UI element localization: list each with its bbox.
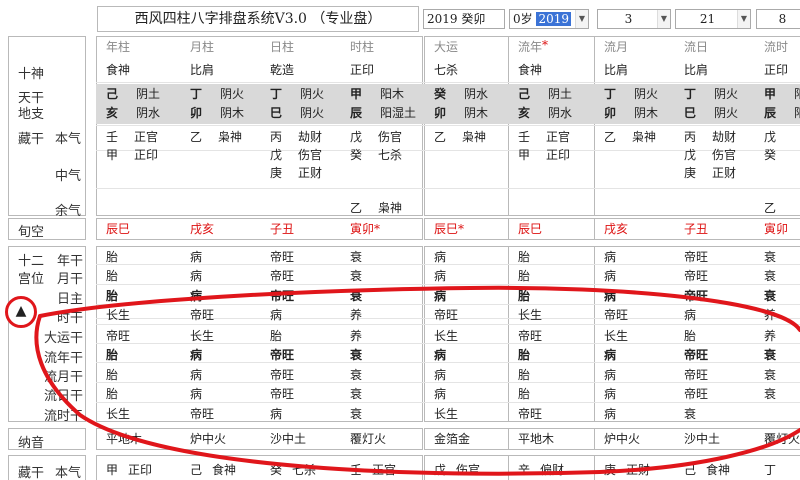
red-annotation-circle	[34, 285, 800, 476]
